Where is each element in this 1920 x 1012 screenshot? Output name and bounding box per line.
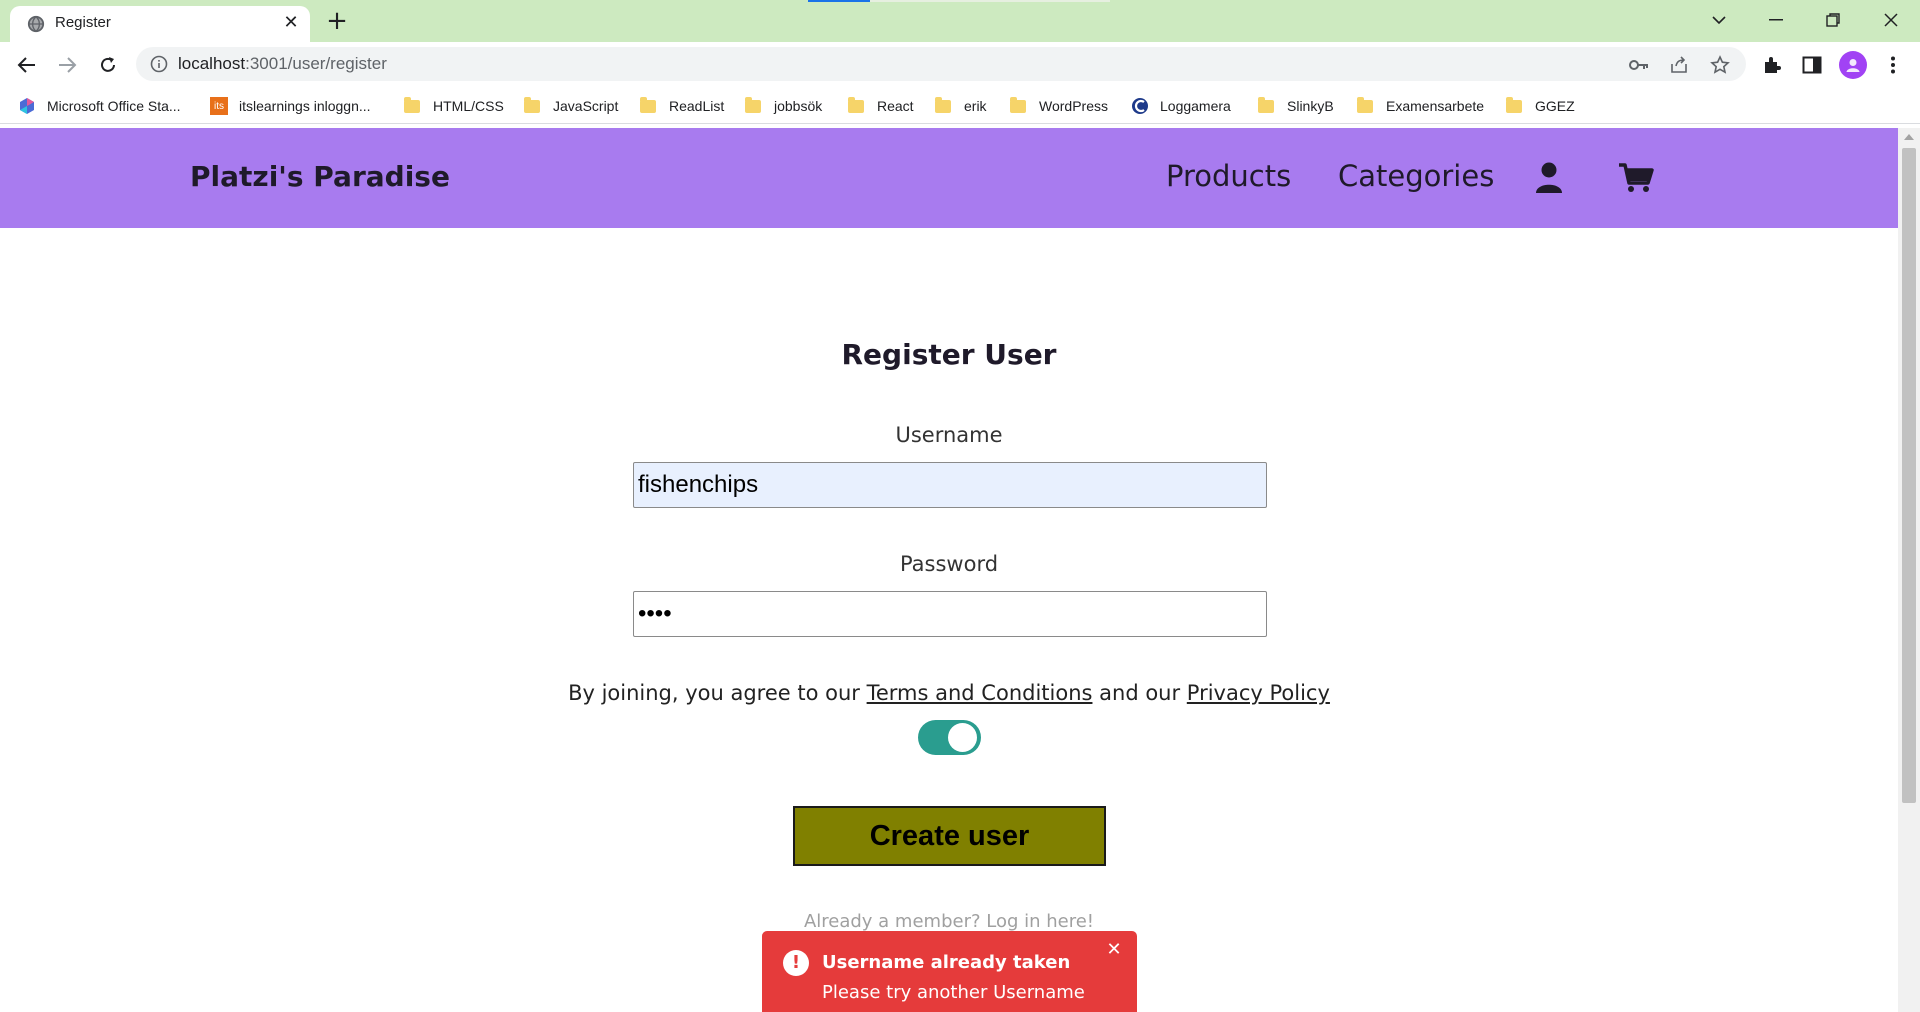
login-link[interactable]: Already a member? Log in here!: [0, 911, 1898, 932]
tab-search-chevron-icon[interactable]: [1696, 0, 1742, 40]
its-icon: its: [210, 97, 228, 115]
bookmark-item[interactable]: WordPress: [1010, 95, 1108, 117]
bookmark-label: itslearnings inloggn...: [239, 98, 371, 114]
titlebar-accent-secondary: [870, 0, 1110, 2]
tab-title: Register: [55, 14, 111, 31]
folder-icon: [640, 96, 656, 113]
password-input[interactable]: [633, 591, 1267, 637]
create-user-button[interactable]: Create user: [793, 806, 1106, 866]
page-viewport: Platzi's Paradise Products Categories Re…: [0, 128, 1898, 1012]
error-toast: ! Username already taken Please try anot…: [762, 931, 1137, 1012]
bookmark-label: erik: [964, 98, 987, 114]
bookmark-item[interactable]: SlinkyB: [1258, 95, 1334, 117]
bookmark-item[interactable]: React: [848, 95, 914, 117]
bookmark-item[interactable]: jobbsök: [745, 95, 822, 117]
toast-title: Username already taken: [822, 952, 1071, 973]
nav-link-categories[interactable]: Categories: [1338, 159, 1494, 193]
toast-close-icon[interactable]: ✕: [1104, 940, 1124, 960]
loggamera-icon: [1131, 97, 1149, 115]
bookmark-item[interactable]: Loggamera: [1131, 95, 1231, 117]
nav-link-products[interactable]: Products: [1166, 159, 1291, 193]
bookmark-label: WordPress: [1039, 98, 1108, 114]
back-icon[interactable]: [12, 50, 42, 80]
bookmark-item[interactable]: HTML/CSS: [404, 95, 504, 117]
folder-icon: [1010, 96, 1026, 113]
office-icon: [18, 97, 36, 115]
menu-kebab-icon[interactable]: [1879, 51, 1907, 79]
agree-prefix: By joining, you agree to our: [568, 681, 867, 705]
url-text: localhost:3001/user/register: [178, 54, 387, 74]
terms-agreement: By joining, you agree to our Terms and C…: [0, 681, 1898, 705]
tab-close-icon[interactable]: ✕: [280, 12, 302, 34]
terms-toggle[interactable]: [918, 720, 981, 755]
terms-link[interactable]: Terms and Conditions: [867, 681, 1093, 705]
cart-icon[interactable]: [1616, 160, 1656, 196]
bookmark-label: jobbsök: [774, 98, 823, 114]
folder-icon: [848, 96, 864, 113]
folder-icon: [745, 96, 761, 113]
titlebar-accent: [808, 0, 870, 2]
browser-tab[interactable]: Register ✕: [10, 6, 310, 42]
url-path: :3001/user/register: [245, 54, 387, 73]
bookmark-label: Loggamera: [1160, 98, 1231, 114]
bookmark-item[interactable]: Microsoft Office Sta...: [18, 95, 181, 117]
url-host: localhost: [178, 54, 246, 73]
forward-icon[interactable]: [52, 50, 82, 80]
page-scrollbar[interactable]: [1898, 128, 1920, 1012]
bookmark-item[interactable]: its itslearnings inloggn...: [210, 95, 371, 117]
scroll-thumb[interactable]: [1902, 148, 1916, 803]
bookmark-label: Examensarbete: [1386, 98, 1485, 114]
user-icon[interactable]: [1529, 160, 1569, 196]
toggle-knob: [948, 723, 977, 752]
bookmark-star-icon[interactable]: [1709, 54, 1731, 76]
folder-icon: [404, 96, 420, 113]
share-icon[interactable]: [1668, 54, 1690, 76]
page-title: Register User: [841, 338, 1057, 371]
minimize-icon[interactable]: [1753, 0, 1799, 40]
agree-mid: and our: [1092, 681, 1187, 705]
new-tab-icon[interactable]: +: [322, 6, 352, 36]
bookmark-item[interactable]: JavaScript: [524, 95, 618, 117]
side-panel-icon[interactable]: [1798, 51, 1826, 79]
toast-message: Please try another Username: [822, 982, 1085, 1003]
bookmarks-bar: Microsoft Office Sta... its itslearnings…: [0, 88, 1920, 124]
site-header: Platzi's Paradise Products Categories: [0, 128, 1898, 228]
bookmark-item[interactable]: Examensarbete: [1357, 95, 1484, 117]
globe-icon: [27, 15, 45, 33]
bookmark-label: Microsoft Office Sta...: [47, 98, 181, 114]
browser-toolbar: localhost:3001/user/register: [0, 42, 1920, 88]
password-label: Password: [899, 552, 999, 576]
folder-icon: [524, 96, 540, 113]
bookmark-item[interactable]: ReadList: [640, 95, 724, 117]
folder-icon: [1506, 96, 1522, 113]
bookmark-item[interactable]: GGEZ: [1506, 95, 1575, 117]
key-icon[interactable]: [1628, 54, 1650, 76]
reload-icon[interactable]: [93, 50, 123, 80]
privacy-link[interactable]: Privacy Policy: [1187, 681, 1330, 705]
username-input[interactable]: [633, 462, 1267, 508]
folder-icon: [935, 96, 951, 113]
username-label: Username: [895, 423, 1003, 447]
exclamation-icon: !: [783, 950, 809, 976]
site-brand[interactable]: Platzi's Paradise: [190, 160, 450, 193]
address-bar[interactable]: localhost:3001/user/register: [136, 47, 1746, 81]
bookmark-label: HTML/CSS: [433, 98, 504, 114]
site-info-icon[interactable]: [150, 55, 168, 73]
profile-avatar[interactable]: [1839, 51, 1867, 79]
bookmark-label: JavaScript: [553, 98, 619, 114]
bookmark-label: SlinkyB: [1287, 98, 1334, 114]
restore-icon[interactable]: [1810, 0, 1856, 40]
bookmark-label: GGEZ: [1535, 98, 1575, 114]
bookmark-label: ReadList: [669, 98, 725, 114]
bookmark-item[interactable]: erik: [935, 95, 987, 117]
close-window-icon[interactable]: [1868, 0, 1914, 40]
bookmark-label: React: [877, 98, 914, 114]
extensions-icon[interactable]: [1758, 51, 1786, 79]
browser-titlebar: Register ✕ +: [0, 0, 1920, 42]
scroll-up-arrow-icon[interactable]: [1904, 134, 1914, 140]
folder-icon: [1357, 96, 1373, 113]
folder-icon: [1258, 96, 1274, 113]
